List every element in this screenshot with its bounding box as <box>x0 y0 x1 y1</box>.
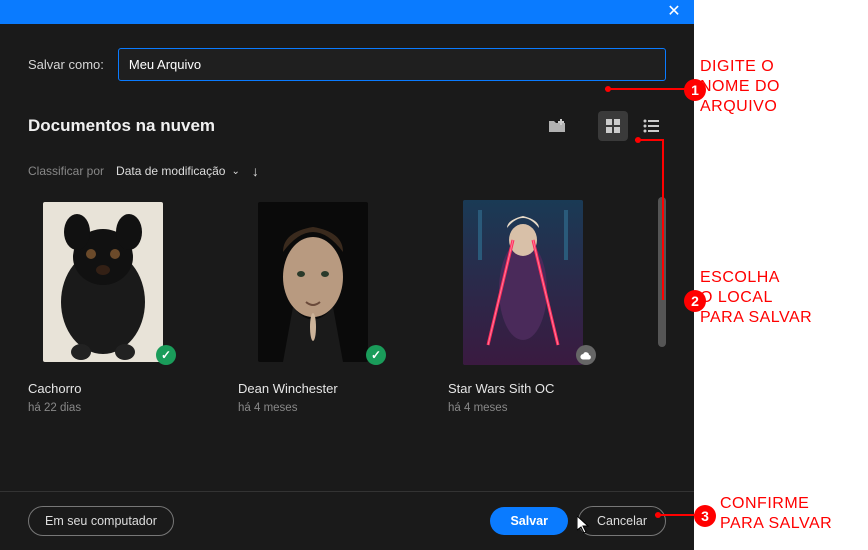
thumbnail: ✓ <box>28 197 178 367</box>
save-as-label: Salvar como: <box>28 57 104 72</box>
file-card[interactable]: ✓ Dean Winchester há 4 meses <box>238 197 388 475</box>
file-time: há 4 meses <box>448 402 598 414</box>
grid-view-icon[interactable] <box>598 111 628 141</box>
titlebar: ✕ <box>0 0 694 24</box>
list-view-icon[interactable] <box>636 111 666 141</box>
file-grid: ✓ Cachorro há 22 dias <box>28 197 658 475</box>
thumbnail: ✓ <box>238 197 388 367</box>
thumbnail <box>448 197 598 367</box>
footer-actions: Salvar Cancelar <box>490 506 666 536</box>
section-header: Documentos na nuvem <box>28 111 666 141</box>
sync-badge-icon: ✓ <box>366 345 386 365</box>
dialog-footer: Em seu computador Salvar Cancelar <box>0 491 694 550</box>
sort-value-text: Data de modificação <box>116 164 225 178</box>
view-toolbar <box>542 111 666 141</box>
sort-label: Classificar por <box>28 164 104 178</box>
close-button[interactable]: ✕ <box>654 0 694 24</box>
sort-row: Classificar por Data de modificação ⌄ ↓ <box>28 163 666 179</box>
dialog-content: Salvar como: Documentos na nuvem Classif… <box>0 24 694 491</box>
save-as-row: Salvar como: <box>28 48 666 81</box>
save-dialog: ✕ Salvar como: Documentos na nuvem <box>0 0 694 550</box>
filename-input[interactable] <box>118 48 666 81</box>
file-title: Cachorro <box>28 381 178 396</box>
file-card[interactable]: Star Wars Sith OC há 4 meses <box>448 197 598 475</box>
chevron-down-icon: ⌄ <box>231 166 239 177</box>
sort-dropdown[interactable]: Data de modificação ⌄ <box>116 164 240 178</box>
on-your-computer-button[interactable]: Em seu computador <box>28 506 174 536</box>
callout-text-1: DIGITE ONOME DOARQUIVO <box>700 57 780 117</box>
sync-badge-icon: ✓ <box>156 345 176 365</box>
save-button[interactable]: Salvar <box>490 507 568 535</box>
sort-direction-icon[interactable]: ↓ <box>252 163 259 179</box>
file-time: há 4 meses <box>238 402 388 414</box>
file-title: Dean Winchester <box>238 381 388 396</box>
callout-text-2: ESCOLHAO LOCALPARA SALVAR <box>700 268 812 328</box>
thumbnail-image <box>43 202 163 362</box>
cloud-badge-icon <box>576 345 596 365</box>
file-card[interactable]: ✓ Cachorro há 22 dias <box>28 197 178 475</box>
thumbnail-image <box>463 200 583 365</box>
scrollbar[interactable] <box>658 197 666 475</box>
file-time: há 22 dias <box>28 402 178 414</box>
thumbnail-image <box>258 202 368 362</box>
section-title: Documentos na nuvem <box>28 116 215 136</box>
file-title: Star Wars Sith OC <box>448 381 598 396</box>
scroll-thumb[interactable] <box>658 197 666 347</box>
new-folder-icon[interactable] <box>542 111 572 141</box>
file-grid-scroll: ✓ Cachorro há 22 dias <box>28 197 666 475</box>
callout-badge-3: 3 <box>694 505 716 527</box>
callout-text-3: CONFIRMEPARA SALVAR <box>720 494 832 534</box>
cancel-button[interactable]: Cancelar <box>578 506 666 536</box>
